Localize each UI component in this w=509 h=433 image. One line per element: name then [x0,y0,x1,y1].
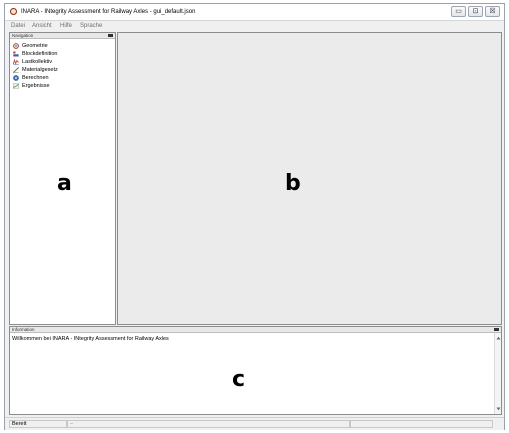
menu-hilfe[interactable]: Hilfe [60,23,72,29]
navigation-panel: Navigation Geometrie Blockdefinition Las… [9,32,116,325]
navigation-panel-title: Navigation [12,33,34,38]
load-spectrum-icon [13,59,19,65]
app-logo-icon [10,8,17,15]
navigation-panel-header: Navigation [10,33,115,39]
menu-ansicht[interactable]: Ansicht [32,23,52,29]
nav-item-label: Blockdefinition [22,51,58,57]
scroll-up-icon[interactable] [496,336,501,340]
main-content-area: b [117,32,502,325]
close-button[interactable]: ☒ [485,6,500,17]
annotation-label-a: a [57,171,72,196]
status-bar: Bereit – [5,417,504,430]
status-progress [350,420,493,428]
annotation-label-b: b [285,171,301,196]
status-secondary: – [67,420,350,428]
nav-item-label: Geometrie [22,43,48,49]
nav-item-label: Ergebnisse [22,83,50,89]
geometry-icon [13,43,19,49]
panel-maximize-icon[interactable] [494,328,499,331]
maximize-button[interactable]: ⊡ [468,6,483,17]
scroll-down-icon[interactable] [496,407,501,411]
menu-sprache[interactable]: Sprache [80,23,102,29]
title-bar: INARA - INtegrity Assessment for Railway… [5,4,504,21]
block-definition-icon [13,51,19,57]
information-message: Willkommen bei INARA - INtegrity Assessm… [12,336,169,342]
minimize-button[interactable]: ▭ [451,6,466,17]
information-panel: Information Willkommen bei INARA - INteg… [9,326,502,415]
status-text: Bereit [9,420,67,428]
information-scrollbar[interactable] [494,333,501,414]
nav-item-label: Materialgesetz [22,67,58,73]
nav-item-label: Lastkollektiv [22,59,52,65]
app-window: INARA - INtegrity Assessment for Railway… [4,3,505,430]
annotation-label-c: c [232,367,246,392]
material-law-icon [13,67,19,73]
nav-item-label: Berechnen [22,75,49,81]
menu-datei[interactable]: Datei [11,23,25,29]
results-icon [13,83,19,89]
menu-bar: Datei Ansicht Hilfe Sprache [5,21,504,31]
information-panel-title: Information [12,327,35,332]
panel-maximize-icon[interactable] [108,34,113,37]
calculate-icon [13,75,19,81]
information-panel-header: Information [10,327,501,333]
window-title: INARA - INtegrity Assessment for Railway… [21,9,196,15]
